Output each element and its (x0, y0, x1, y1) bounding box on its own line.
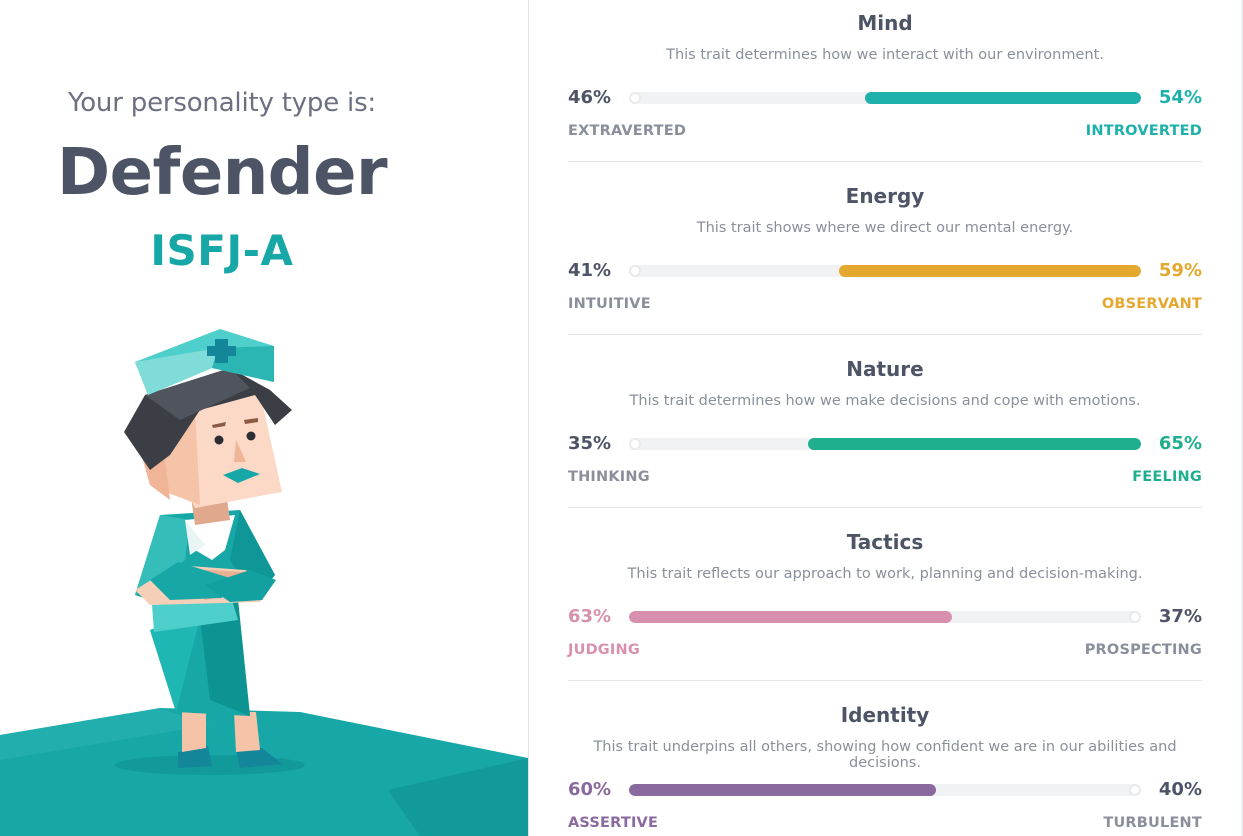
trait-bar-fill (629, 611, 952, 623)
trait-description: This trait reflects our approach to work… (627, 566, 1143, 582)
trait-right-label: FEELING (1132, 469, 1202, 485)
trait-left-label: JUDGING (568, 642, 640, 658)
trait-bar-knob (629, 92, 641, 104)
trait-left-percent: 46% (568, 87, 612, 108)
panel-divider (528, 0, 529, 836)
trait-left-label: EXTRAVERTED (568, 123, 687, 139)
trait-left-percent: 63% (568, 606, 612, 627)
trait-left-label: ASSERTIVE (568, 815, 659, 831)
trait-right-percent: 40% (1158, 779, 1202, 800)
trait-right-percent: 65% (1158, 433, 1202, 454)
trait-right-label: PROSPECTING (1084, 642, 1202, 658)
trait-bar-fill (865, 92, 1141, 104)
trait-title: Nature (846, 357, 924, 381)
type-code: ISFJ-A (150, 226, 294, 275)
trait-right-label: INTROVERTED (1085, 123, 1202, 139)
trait-separator (568, 334, 1202, 335)
trait-identity: Identity This trait underpins all others… (568, 700, 1202, 836)
trait-left-percent: 35% (568, 433, 612, 454)
trait-description: This trait determines how we interact wi… (666, 47, 1104, 63)
trait-description: This trait shows where we direct our men… (696, 220, 1074, 236)
trait-title: Mind (857, 11, 913, 35)
trait-mind: Mind This trait determines how we intera… (568, 8, 1202, 181)
trait-right-label: TURBULENT (1103, 815, 1202, 831)
trait-right-percent: 54% (1158, 87, 1202, 108)
trait-title: Tactics (846, 530, 924, 554)
trait-bar (629, 611, 1141, 623)
trait-title: Energy (845, 184, 925, 208)
trait-energy: Energy This trait shows where we direct … (568, 181, 1202, 354)
trait-bar-knob (1129, 611, 1141, 623)
trait-bar-fill (629, 784, 936, 796)
trait-bar (629, 265, 1141, 277)
trait-bar (629, 92, 1141, 104)
type-name: Defender (56, 136, 388, 210)
trait-left-percent: 60% (568, 779, 612, 800)
trait-separator (568, 507, 1202, 508)
trait-bar-knob (1129, 784, 1141, 796)
trait-bar-knob (629, 265, 641, 277)
trait-bar-fill (839, 265, 1141, 277)
type-panel: Your personality type is: Defender ISFJ-… (0, 0, 528, 836)
defender-illustration (0, 329, 528, 836)
trait-separator (568, 161, 1202, 162)
trait-left-label: INTUITIVE (568, 296, 651, 312)
trait-left-percent: 41% (568, 260, 612, 281)
trait-description: This trait determines how we make decisi… (629, 393, 1141, 409)
trait-title: Identity (840, 703, 930, 727)
trait-nature: Nature This trait determines how we make… (568, 354, 1202, 527)
trait-right-percent: 37% (1158, 606, 1202, 627)
trait-separator (568, 680, 1202, 681)
trait-bar-fill (808, 438, 1141, 450)
type-intro: Your personality type is: (68, 88, 376, 118)
trait-left-label: THINKING (568, 469, 650, 485)
trait-right-label: OBSERVANT (1101, 296, 1202, 312)
trait-tactics: Tactics This trait reflects our approach… (568, 527, 1202, 700)
trait-bar (629, 784, 1141, 796)
trait-description: This trait underpins all others, showing… (593, 739, 1177, 771)
trait-bar (629, 438, 1141, 450)
trait-bar-knob (629, 438, 641, 450)
trait-right-percent: 59% (1158, 260, 1202, 281)
